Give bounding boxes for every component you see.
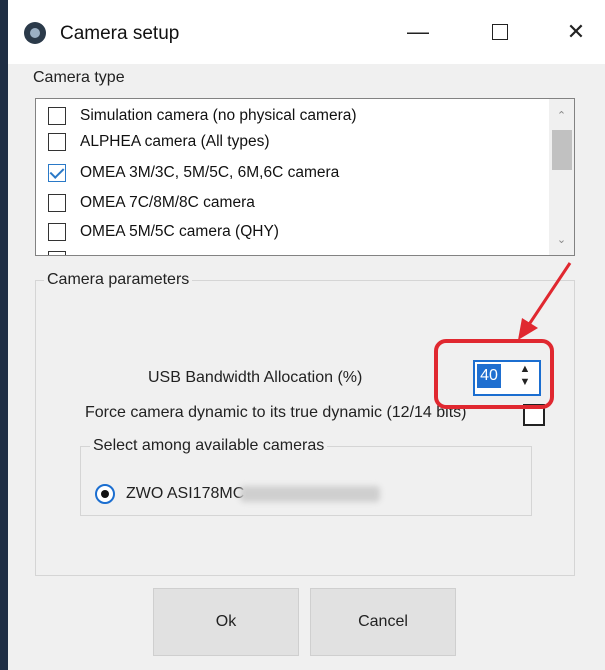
camera-type-checkbox-checked[interactable] — [48, 164, 66, 182]
maximize-button[interactable] — [470, 14, 530, 50]
list-item[interactable]: OMEA 3M/3C, 5M/5C, 6M,6C camera — [48, 162, 339, 184]
list-item-label: OMEA 5M/5C camera (QHY) — [80, 223, 279, 240]
desktop-background-edge — [0, 0, 8, 670]
ok-button[interactable]: Ok — [153, 588, 299, 656]
camera-type-checkbox[interactable] — [48, 251, 66, 255]
camera-type-checkbox[interactable] — [48, 107, 66, 125]
list-item-label: OMEA 7C/8M/8C camera — [80, 194, 255, 211]
camera-parameters-title: Camera parameters — [44, 270, 193, 290]
list-item-label: Simulation camera (no physical camera) — [80, 107, 357, 124]
scrollbar-thumb[interactable] — [552, 130, 572, 170]
list-item[interactable]: ALPHEA camera (All types) — [48, 131, 270, 153]
scroll-up-icon[interactable]: ⌃ — [549, 104, 574, 126]
camera-option-label: ZWO ASI178MC — [126, 485, 245, 502]
list-item[interactable]: Simulation camera (no physical camera) — [48, 105, 357, 127]
usb-bandwidth-label: USB Bandwidth Allocation (%) — [148, 369, 363, 386]
maximize-icon — [492, 24, 508, 40]
list-item[interactable]: OMEA 7C/8M/8C camera — [48, 192, 255, 214]
cancel-button[interactable]: Cancel — [310, 588, 456, 656]
available-cameras-title: Select among available cameras — [90, 436, 328, 456]
list-item-label: ALPHEA camera (All types) — [80, 133, 270, 150]
annotation-highlight-box — [434, 339, 554, 409]
available-cameras-group — [80, 446, 532, 516]
list-item[interactable]: OMEA 5M/5C camera (QHY) — [48, 221, 279, 243]
camera-type-checkbox[interactable] — [48, 223, 66, 241]
close-button[interactable]: ✕ — [546, 14, 605, 50]
minimize-button[interactable]: — — [388, 14, 448, 50]
force-dynamic-label: Force camera dynamic to its true dynamic… — [85, 404, 467, 421]
annotation-arrow-icon — [518, 262, 572, 340]
camera-type-list[interactable]: Simulation camera (no physical camera) A… — [35, 98, 575, 256]
minimize-icon: — — [407, 19, 429, 44]
window-title: Camera setup — [60, 23, 180, 44]
redacted-serial — [240, 486, 380, 502]
camera-radio-button[interactable] — [95, 484, 115, 504]
list-item-label: OMEA 3M/3C, 5M/5C, 6M,6C camera — [80, 164, 340, 181]
camera-type-checkbox[interactable] — [48, 194, 66, 212]
scroll-down-icon[interactable]: ⌄ — [549, 228, 574, 250]
camera-parameters-group — [35, 280, 575, 576]
camera-app-icon — [24, 22, 46, 44]
list-item-partial[interactable] — [48, 249, 80, 255]
camera-type-checkbox[interactable] — [48, 133, 66, 151]
close-icon: ✕ — [566, 19, 586, 44]
camera-type-label: Camera type — [33, 69, 125, 86]
